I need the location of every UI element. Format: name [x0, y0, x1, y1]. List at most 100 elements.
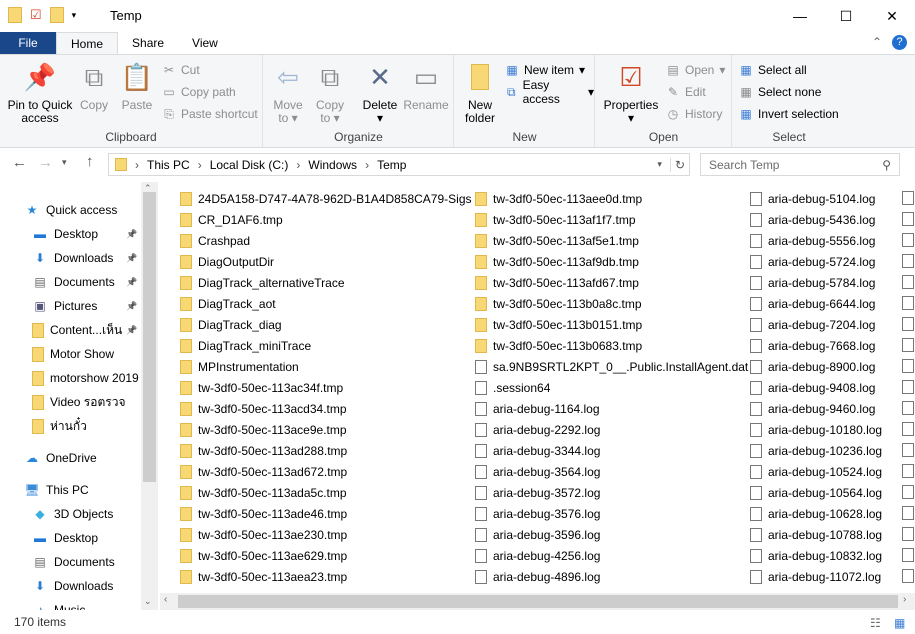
file-item[interactable]: DiagTrack_diag [180, 314, 282, 335]
pin-icon[interactable]: 📌 [126, 325, 137, 336]
tab-view[interactable]: View [178, 32, 232, 54]
file-item[interactable]: aria-debug-10236.log [750, 440, 882, 461]
delete-button[interactable]: ✕ Delete ▾ [360, 61, 400, 125]
details-view-button[interactable]: ☷ [870, 616, 881, 630]
file-item[interactable]: aria-debug-3564.log [475, 461, 600, 482]
nav-item[interactable]: ♪ Music [32, 600, 85, 610]
breadcrumb-this-pc[interactable]: This PC [147, 158, 190, 172]
file-item[interactable]: aria-debug-3572.log [475, 482, 600, 503]
file-item[interactable]: aria-debug-5436.log [750, 209, 875, 230]
back-button[interactable]: ← [12, 154, 27, 171]
paste-button[interactable]: 📋 Paste [118, 61, 156, 112]
collapse-ribbon-icon[interactable]: ⌃ [872, 35, 882, 50]
nav-item[interactable]: ☁ OneDrive [24, 448, 97, 468]
nav-scroll-down[interactable]: ⌄ [144, 596, 152, 607]
document-icon[interactable] [902, 506, 914, 520]
file-item[interactable]: tw-3df0-50ec-113b0151.tmp [475, 314, 642, 335]
refresh-icon[interactable]: ↻ [669, 157, 689, 172]
file-item[interactable]: aria-debug-7204.log [750, 314, 875, 335]
document-icon[interactable] [902, 485, 914, 499]
file-item[interactable]: tw-3df0-50ec-113ad672.tmp [180, 461, 347, 482]
file-item[interactable]: tw-3df0-50ec-113b0a8c.tmp [475, 293, 642, 314]
nav-item[interactable]: ⬇ Downloads 📌 [32, 248, 142, 268]
document-icon[interactable] [902, 191, 914, 205]
file-item[interactable]: tw-3df0-50ec-113af9db.tmp [475, 251, 639, 272]
file-item[interactable]: aria-debug-10788.log [750, 524, 882, 545]
file-item[interactable]: tw-3df0-50ec-113ac34f.tmp [180, 377, 343, 398]
select-none-button[interactable]: ▦ Select none [739, 82, 821, 102]
forward-button[interactable]: → [38, 154, 53, 171]
nav-item[interactable]: 🖥 This PC [24, 480, 88, 500]
open-button[interactable]: ▤ Open ▾ [666, 60, 725, 80]
file-item[interactable]: tw-3df0-50ec-113aea23.tmp [180, 566, 347, 587]
select-all-button[interactable]: ▦ Select all [739, 60, 806, 80]
minimize-button[interactable]: — [777, 0, 823, 32]
tab-file[interactable]: File [0, 32, 56, 54]
nav-item[interactable]: ▣ Pictures 📌 [32, 296, 142, 316]
document-icon[interactable] [902, 548, 914, 562]
nav-item[interactable]: ★ Quick access [24, 200, 118, 220]
document-icon[interactable] [902, 296, 914, 310]
search-input[interactable]: Search Temp ⚲ [700, 153, 900, 176]
invert-selection-button[interactable]: ▦ Invert selection [739, 104, 838, 124]
pin-icon[interactable]: 📌 [126, 253, 137, 264]
document-icon[interactable] [902, 254, 914, 268]
pin-icon[interactable]: 📌 [126, 229, 137, 240]
close-button[interactable]: ✕ [869, 0, 915, 32]
file-item[interactable]: aria-debug-9408.log [750, 377, 875, 398]
file-item[interactable]: tw-3df0-50ec-113b0683.tmp [475, 335, 642, 356]
cut-button[interactable]: ✂ Cut [162, 60, 200, 80]
new-folder-button[interactable]: New folder [459, 61, 501, 125]
address-dropdown[interactable]: ▾ [657, 159, 662, 170]
move-to-button[interactable]: ⇦ Move to ▾ [268, 61, 308, 125]
file-item[interactable]: aria-debug-3596.log [475, 524, 600, 545]
file-item[interactable]: aria-debug-5556.log [750, 230, 875, 251]
paste-shortcut-button[interactable]: ⎘ Paste shortcut [162, 104, 258, 124]
file-item[interactable]: Crashpad [180, 230, 250, 251]
file-item[interactable]: DiagTrack_miniTrace [180, 335, 311, 356]
file-item[interactable]: tw-3df0-50ec-113ade46.tmp [180, 503, 347, 524]
file-item[interactable]: tw-3df0-50ec-113af5e1.tmp [475, 230, 639, 251]
nav-item[interactable]: ▬ Desktop 📌 [32, 224, 142, 244]
address-bar[interactable]: › This PC › Local Disk (C:) › Windows › … [108, 153, 690, 176]
scroll-right[interactable]: › [903, 594, 906, 605]
file-item[interactable]: aria-debug-10628.log [750, 503, 882, 524]
breadcrumb-temp[interactable]: Temp [377, 158, 406, 172]
file-item[interactable]: aria-debug-3576.log [475, 503, 600, 524]
file-item[interactable]: tw-3df0-50ec-113af1f7.tmp [475, 209, 636, 230]
file-item[interactable]: DiagTrack_aot [180, 293, 276, 314]
file-item[interactable]: tw-3df0-50ec-113aee0d.tmp [475, 188, 642, 209]
file-item[interactable]: aria-debug-11072.log [750, 566, 881, 587]
file-item[interactable]: aria-debug-10832.log [750, 545, 882, 566]
file-item[interactable]: tw-3df0-50ec-113ae230.tmp [180, 524, 347, 545]
large-icons-view-button[interactable]: ▦ [894, 616, 905, 630]
file-item[interactable]: aria-debug-5724.log [750, 251, 875, 272]
file-item[interactable]: aria-debug-9460.log [750, 398, 875, 419]
new-folder-qat-icon[interactable] [49, 7, 64, 23]
breadcrumb-local-disk[interactable]: Local Disk (C:) [210, 158, 289, 172]
nav-scrollbar-thumb[interactable] [143, 192, 156, 482]
file-item[interactable]: aria-debug-10564.log [750, 482, 882, 503]
scroll-left[interactable]: ‹ [164, 594, 167, 605]
history-button[interactable]: ◷ History [666, 104, 723, 124]
file-item[interactable]: aria-debug-4256.log [475, 545, 600, 566]
file-item[interactable]: DiagOutputDir [180, 251, 274, 272]
file-item[interactable]: aria-debug-10524.log [750, 461, 882, 482]
file-item[interactable]: MPInstrumentation [180, 356, 299, 377]
file-item[interactable]: CR_D1AF6.tmp [180, 209, 283, 230]
customize-qat-dropdown[interactable]: ▾ [72, 10, 77, 21]
up-button[interactable]: ↑ [86, 153, 94, 170]
file-item[interactable]: DiagTrack_alternativeTrace [180, 272, 345, 293]
file-item[interactable]: aria-debug-8900.log [750, 356, 875, 377]
help-icon[interactable]: ? [892, 35, 907, 50]
rename-button[interactable]: ▭ Rename [402, 61, 450, 112]
copy-button[interactable]: ⧉ Copy [76, 61, 112, 112]
document-icon[interactable] [902, 380, 914, 394]
nav-item[interactable]: ▤ Documents [32, 552, 114, 572]
file-item[interactable]: tw-3df0-50ec-113ada5c.tmp [180, 482, 347, 503]
pin-icon[interactable]: 📌 [126, 277, 137, 288]
properties-qat-icon[interactable]: ☑ [30, 7, 42, 23]
file-item[interactable]: aria-debug-7668.log [750, 335, 875, 356]
document-icon[interactable] [902, 464, 914, 478]
properties-button[interactable]: ☑ Properties ▾ [600, 61, 662, 125]
